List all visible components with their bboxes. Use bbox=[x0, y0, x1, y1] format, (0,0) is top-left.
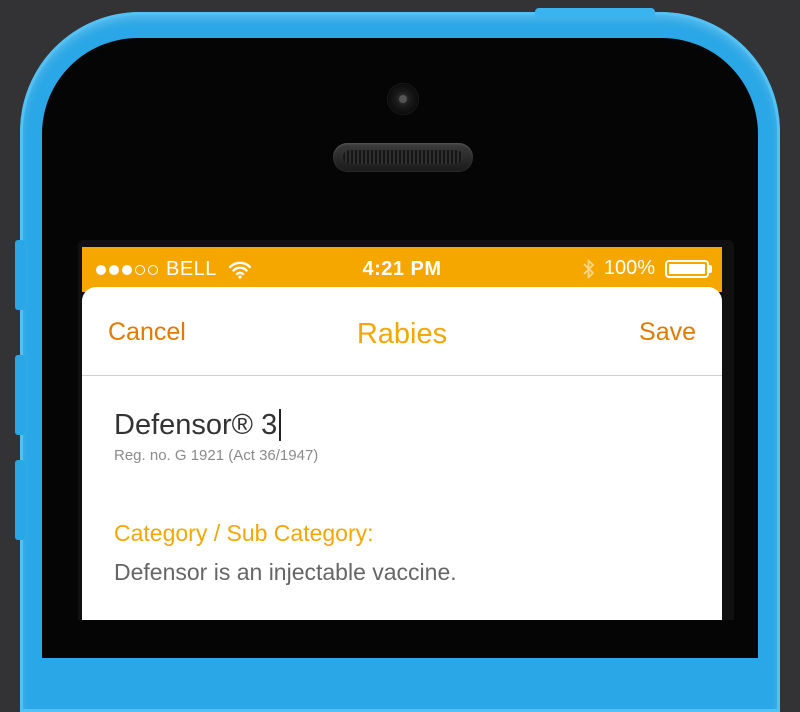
product-name-field[interactable]: Defensor® 3 bbox=[114, 407, 694, 443]
save-button[interactable]: Save bbox=[639, 318, 696, 347]
volume-down-button bbox=[15, 460, 25, 540]
mute-switch bbox=[15, 240, 25, 310]
category-value[interactable]: Defensor is an injectable vaccine. bbox=[114, 559, 694, 586]
registration-number: Reg. no. G 1921 (Act 36/1947) bbox=[114, 447, 319, 464]
battery-level-fill bbox=[669, 263, 705, 274]
battery-icon bbox=[665, 259, 709, 278]
phone-screen: BELL 4:21 PM 100% Cancel Rabies Save Def… bbox=[78, 240, 734, 620]
text-cursor bbox=[279, 409, 282, 441]
bluetooth-icon bbox=[583, 259, 594, 278]
navigation-bar: Cancel Rabies Save bbox=[82, 287, 722, 376]
edit-sheet: Cancel Rabies Save Defensor® 3 Reg. no. … bbox=[82, 287, 722, 620]
category-label: Category / Sub Category: bbox=[114, 520, 374, 546]
battery-terminal bbox=[709, 264, 712, 273]
volume-up-button bbox=[15, 355, 25, 435]
page-title: Rabies bbox=[356, 318, 448, 350]
product-name-value: Defensor® 3 bbox=[114, 409, 278, 441]
power-button bbox=[535, 8, 655, 18]
front-camera-icon bbox=[388, 84, 418, 114]
status-bar: BELL 4:21 PM 100% bbox=[82, 247, 722, 292]
earpiece-speaker bbox=[333, 143, 473, 171]
form-content: Defensor® 3 Reg. no. G 1921 (Act 36/1947… bbox=[114, 407, 694, 586]
battery-percentage: 100% bbox=[603, 257, 655, 279]
status-right: 100% bbox=[582, 257, 712, 280]
